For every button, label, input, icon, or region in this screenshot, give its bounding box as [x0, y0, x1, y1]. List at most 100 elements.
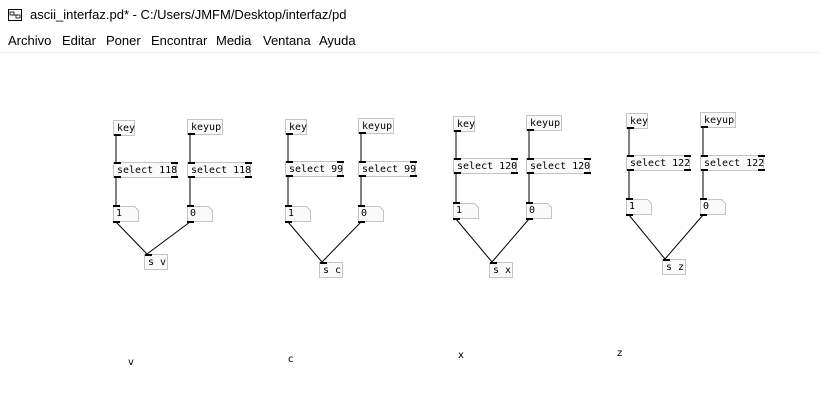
inlet[interactable]	[627, 155, 634, 157]
outlet[interactable]	[286, 133, 293, 135]
outlet[interactable]	[627, 169, 634, 171]
patch-canvas[interactable]: key keyup select 118 select 118 1 0 s v v key key…	[0, 52, 820, 418]
number-box-keyup[interactable]: 0	[187, 205, 213, 223]
outlet[interactable]	[701, 126, 708, 128]
number-box-key[interactable]: 1	[113, 205, 139, 223]
inlet[interactable]	[454, 158, 461, 160]
send-object[interactable]: s x	[489, 262, 513, 278]
outlet[interactable]	[187, 221, 194, 223]
outlet[interactable]	[358, 221, 365, 223]
outlet[interactable]	[114, 134, 121, 136]
outlet[interactable]	[188, 176, 195, 178]
select-keyup-object[interactable]: select 99	[358, 161, 417, 177]
key-object[interactable]: key	[626, 113, 648, 129]
outlet[interactable]	[410, 175, 417, 177]
key-object[interactable]: key	[113, 120, 135, 136]
inlet[interactable]	[663, 259, 670, 261]
inlet[interactable]	[410, 161, 417, 163]
inlet[interactable]	[359, 161, 366, 163]
outlet[interactable]	[527, 129, 534, 131]
select-keyup-object[interactable]: select 120	[526, 158, 591, 174]
inlet[interactable]	[701, 155, 708, 157]
outlet[interactable]	[700, 214, 707, 216]
inlet[interactable]	[584, 158, 591, 160]
outlet[interactable]	[758, 169, 765, 171]
outlet[interactable]	[171, 176, 178, 178]
inlet[interactable]	[188, 162, 195, 164]
menu-poner[interactable]: Poner	[106, 33, 141, 48]
select-keyup-object[interactable]: select 118	[187, 162, 252, 178]
keyup-object-label: keyup	[362, 121, 393, 132]
key-object[interactable]: key	[453, 116, 475, 132]
menu-archivo[interactable]: Archivo	[8, 33, 51, 48]
outlet[interactable]	[527, 172, 534, 174]
outlet[interactable]	[245, 176, 252, 178]
menu-ayuda[interactable]: Ayuda	[319, 33, 356, 48]
outlet[interactable]	[114, 176, 121, 178]
outlet[interactable]	[453, 218, 460, 220]
inlet[interactable]	[511, 158, 518, 160]
menu-encontrar[interactable]: Encontrar	[151, 33, 207, 48]
number-box-key-value: 1	[629, 201, 636, 212]
inlet[interactable]	[527, 158, 534, 160]
inlet[interactable]	[453, 202, 460, 204]
keyup-object[interactable]: keyup	[526, 115, 562, 131]
send-object[interactable]: s c	[319, 262, 343, 278]
number-box-keyup[interactable]: 0	[700, 198, 726, 216]
select-keyup-object[interactable]: select 122	[700, 155, 765, 171]
inlet[interactable]	[758, 155, 765, 157]
select-key-object[interactable]: select 120	[453, 158, 518, 174]
outlet[interactable]	[359, 132, 366, 134]
outlet[interactable]	[337, 175, 344, 177]
send-object[interactable]: s z	[662, 259, 686, 275]
outlet[interactable]	[511, 172, 518, 174]
inlet[interactable]	[700, 198, 707, 200]
outlet[interactable]	[584, 172, 591, 174]
outlet[interactable]	[454, 172, 461, 174]
inlet[interactable]	[337, 161, 344, 163]
menu-media[interactable]: Media	[216, 33, 251, 48]
outlet[interactable]	[627, 127, 634, 129]
key-object[interactable]: key	[285, 119, 307, 135]
select-key-object[interactable]: select 118	[113, 162, 178, 178]
outlet[interactable]	[188, 133, 195, 135]
outlet[interactable]	[285, 221, 292, 223]
inlet[interactable]	[490, 262, 497, 264]
number-box-keyup[interactable]: 0	[526, 202, 552, 220]
inlet[interactable]	[320, 262, 327, 264]
keyup-object[interactable]: keyup	[187, 119, 223, 135]
outlet[interactable]	[286, 175, 293, 177]
inlet[interactable]	[684, 155, 691, 157]
menu-editar[interactable]: Editar	[62, 33, 96, 48]
inlet[interactable]	[526, 202, 533, 204]
outlet[interactable]	[626, 214, 633, 216]
keyup-object-label: keyup	[704, 115, 735, 126]
number-box-key[interactable]: 1	[453, 202, 479, 220]
inlet[interactable]	[285, 205, 292, 207]
inlet[interactable]	[171, 162, 178, 164]
outlet[interactable]	[526, 218, 533, 220]
inlet[interactable]	[358, 205, 365, 207]
number-box-key[interactable]: 1	[626, 198, 652, 216]
outlet[interactable]	[454, 130, 461, 132]
inlet[interactable]	[286, 161, 293, 163]
outlet[interactable]	[359, 175, 366, 177]
inlet[interactable]	[114, 162, 121, 164]
inlet[interactable]	[626, 198, 633, 200]
inlet[interactable]	[145, 254, 152, 256]
number-box-key[interactable]: 1	[285, 205, 311, 223]
send-object[interactable]: s v	[144, 254, 168, 270]
select-key-object[interactable]: select 99	[285, 161, 344, 177]
number-box-keyup[interactable]: 0	[358, 205, 384, 223]
inlet[interactable]	[113, 205, 120, 207]
keyup-object[interactable]: keyup	[358, 118, 394, 134]
outlet[interactable]	[113, 221, 120, 223]
keyup-object[interactable]: keyup	[700, 112, 736, 128]
outlet[interactable]	[684, 169, 691, 171]
inlet[interactable]	[245, 162, 252, 164]
select-key-object[interactable]: select 122	[626, 155, 691, 171]
inlet[interactable]	[187, 205, 194, 207]
menu-ventana[interactable]: Ventana	[263, 33, 311, 48]
comment-label: x	[458, 350, 464, 361]
outlet[interactable]	[701, 169, 708, 171]
